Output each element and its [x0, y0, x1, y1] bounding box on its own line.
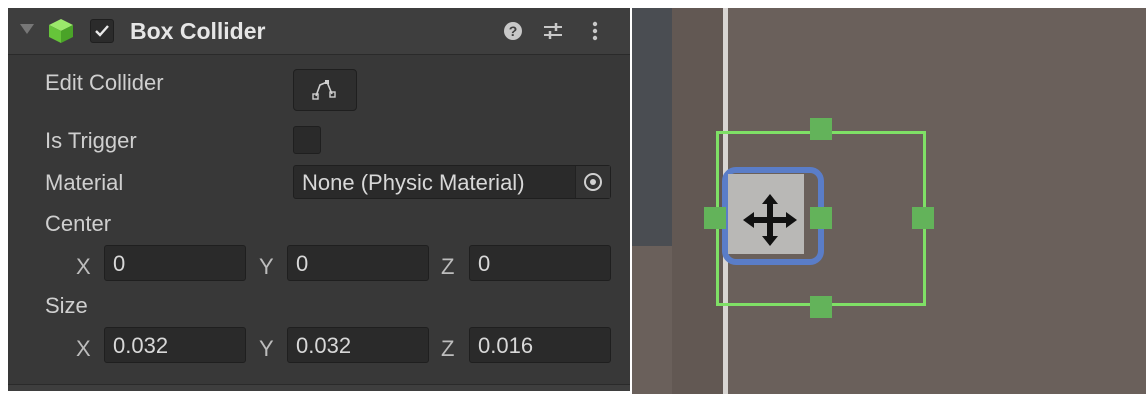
component-title: Box Collider	[130, 18, 266, 44]
collider-handle-left[interactable]	[704, 207, 726, 229]
center-x-label: X	[76, 254, 91, 279]
size-z-label: Z	[441, 336, 455, 361]
material-value: None (Physic Material)	[302, 170, 525, 195]
next-component-header	[8, 384, 630, 391]
center-y-field[interactable]: 0	[287, 245, 429, 281]
collider-handle-center[interactable]	[810, 207, 832, 229]
collider-handle-top[interactable]	[810, 118, 832, 140]
size-x-label: X	[76, 336, 91, 361]
kebab-menu-icon[interactable]	[584, 20, 606, 42]
inspector-panel: Box Collider ? Edit Collider Is Trigger …	[8, 8, 630, 391]
size-z-value: 0.016	[478, 333, 534, 358]
size-label: Size	[45, 293, 88, 318]
cube-icon	[49, 19, 73, 43]
size-y-label: Y	[259, 336, 274, 361]
center-y-label: Y	[259, 254, 274, 279]
collider-handle-right[interactable]	[912, 207, 934, 229]
size-z-field[interactable]: 0.016	[469, 327, 611, 363]
help-icon[interactable]: ?	[502, 20, 524, 42]
center-y-value: 0	[296, 251, 309, 276]
center-x-value: 0	[113, 251, 126, 276]
component-enabled-checkbox[interactable]	[90, 19, 114, 43]
edit-collider-button[interactable]	[293, 69, 357, 111]
object-picker-button[interactable]	[575, 166, 610, 198]
size-x-value: 0.032	[113, 333, 169, 358]
scene-dark-panel	[632, 8, 672, 246]
size-y-field[interactable]: 0.032	[287, 327, 429, 363]
move-cross-icon	[743, 194, 797, 246]
size-y-value: 0.032	[296, 333, 352, 358]
component-header[interactable]: Box Collider ?	[8, 8, 630, 55]
is-trigger-checkbox[interactable]	[293, 126, 321, 154]
edit-collider-label: Edit Collider	[45, 70, 164, 95]
checkmark-icon	[95, 25, 109, 37]
center-z-value: 0	[478, 251, 491, 276]
object-picker-icon	[584, 173, 602, 191]
svg-text:?: ?	[509, 23, 518, 39]
edit-collider-icon	[312, 80, 336, 100]
preset-sliders-icon[interactable]	[542, 20, 564, 42]
center-label: Center	[45, 211, 112, 236]
center-x-field[interactable]: 0	[104, 245, 246, 281]
size-x-field[interactable]: 0.032	[104, 327, 246, 363]
material-label: Material	[45, 170, 124, 195]
center-z-label: Z	[441, 254, 455, 279]
scene-view[interactable]	[632, 8, 1146, 394]
material-field[interactable]: None (Physic Material)	[293, 165, 611, 199]
collider-handle-bottom[interactable]	[810, 296, 832, 318]
center-z-field[interactable]: 0	[469, 245, 611, 281]
foldout-arrow-icon[interactable]	[20, 24, 34, 34]
is-trigger-label: Is Trigger	[45, 128, 137, 153]
